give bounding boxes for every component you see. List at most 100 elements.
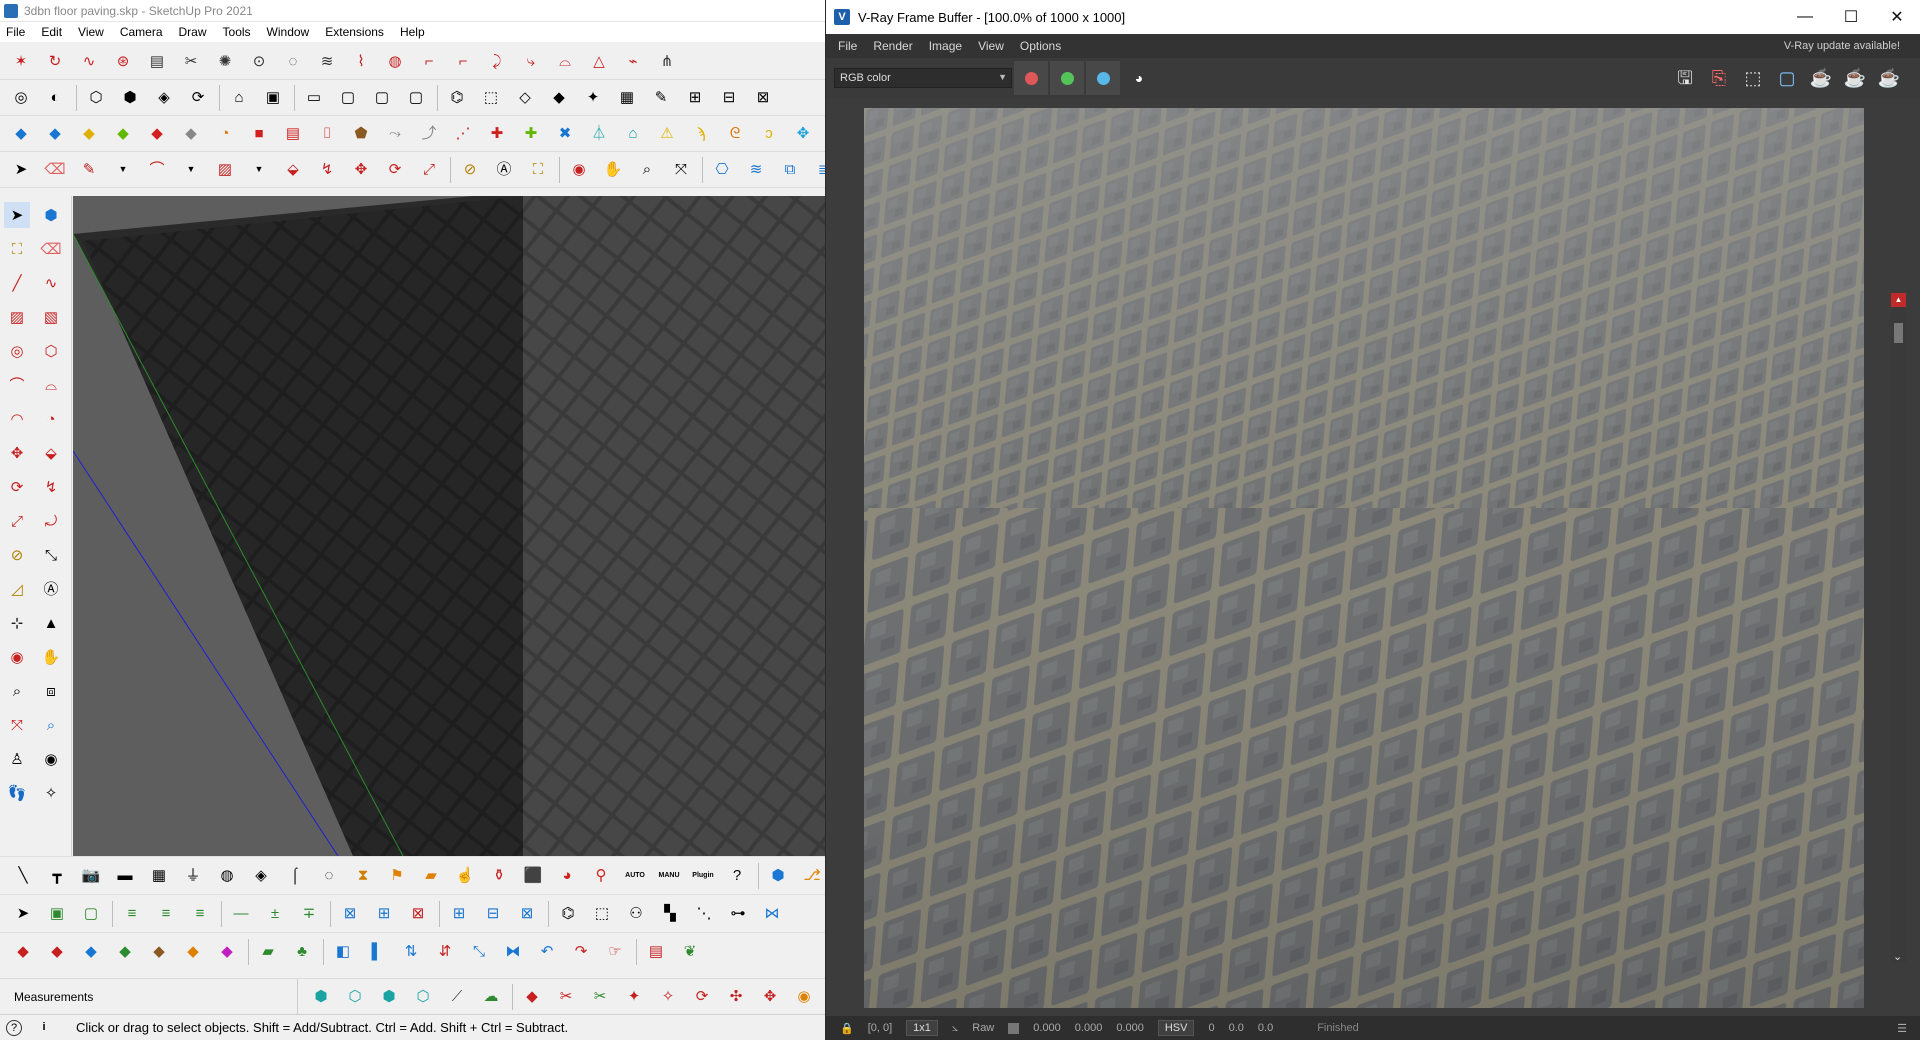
quad-tool-7-icon[interactable]: ✣ [723,984,749,1010]
move-tool-icon[interactable]: ✥ [4,440,30,466]
rotated-rect-icon[interactable]: ▧ [38,304,64,330]
eraser-icon[interactable]: ⌫ [42,157,68,183]
window-grid-3-icon[interactable]: ⊠ [514,901,540,927]
offset-tool-icon[interactable]: ⤾ [38,508,64,534]
fredo-tool-2-icon[interactable]: ◆ [44,939,70,965]
vfb-menu-file[interactable]: File [838,39,857,53]
tree-icon[interactable]: ♣ [289,939,315,965]
hand-tool-icon[interactable]: ☞ [602,939,628,965]
eraser-tool-icon[interactable]: ⌫ [38,236,64,262]
table-icon[interactable]: ┳ [44,863,70,889]
menu-view[interactable]: View [78,25,104,39]
align-vertical-icon[interactable]: ▌ [364,939,390,965]
menu-draw[interactable]: Draw [179,25,207,39]
window-grid-icon[interactable]: ⊞ [446,901,472,927]
subtract-icon[interactable]: ⬢ [117,85,143,111]
round-corner-icon[interactable]: ◍ [382,49,408,75]
panel-icon[interactable]: ⌷ [314,121,340,147]
three-point-arc-icon[interactable]: ◠ [4,406,30,432]
axis-move-icon[interactable]: ✥ [790,121,816,147]
position-camera-icon[interactable]: ♙ [4,746,30,772]
panel-red-icon[interactable]: ▤ [643,939,669,965]
undo-curve-icon[interactable]: ↶ [534,939,560,965]
pipe-icon[interactable]: ⤳ [382,121,408,147]
bottles-icon[interactable]: ⚱ [486,863,512,889]
log-icon[interactable]: ☰ [1897,1022,1907,1035]
rotate-curve-icon[interactable]: ◔ [212,121,238,147]
network-icon[interactable]: ⋈ [759,901,785,927]
menu-extensions[interactable]: Extensions [325,25,384,39]
cross-green-icon[interactable]: ✚ [518,121,544,147]
warehouse-3d-icon[interactable]: ⎔ [709,157,735,183]
stair-icon[interactable]: ⎇ [799,863,825,889]
tape-tool-icon[interactable]: ⊘ [4,542,30,568]
chamfer-icon[interactable]: ⌐ [450,49,476,75]
push-pull-tool-icon[interactable]: ⬙ [38,440,64,466]
scroll-thumb[interactable] [1894,323,1903,343]
checker-icon[interactable]: ▚ [657,901,683,927]
arrows-up-icon[interactable]: ⇅ [398,939,424,965]
fredo-tool-6-icon[interactable]: ◆ [180,939,206,965]
frame-icon[interactable]: ▤ [280,121,306,147]
trim-icon[interactable]: ◈ [151,85,177,111]
cloud-icon[interactable]: ☁ [478,984,504,1010]
layers-icon[interactable]: ⧉ [777,157,803,183]
diagonal-icon[interactable]: ⤡ [466,939,492,965]
chevron-down-icon[interactable]: ▼ [246,157,272,183]
offset-curve-icon[interactable]: ⤸ [484,49,510,75]
hourglass-blue-icon[interactable]: ⧓ [500,939,526,965]
chain-icon[interactable]: ⋰ [450,121,476,147]
tape-measure-icon[interactable]: ⊘ [457,157,483,183]
two-point-arc-icon[interactable]: ⌓ [38,372,64,398]
section-tool-icon[interactable]: ✧ [38,780,64,806]
maximize-icon[interactable]: ☐ [1828,0,1874,34]
info-icon[interactable]: i [36,1020,52,1036]
camera-icon[interactable]: 📷 [78,863,104,889]
grid-table-icon[interactable]: ▦ [146,863,172,889]
wireframe-icon[interactable]: ⬚ [478,85,504,111]
monochrome-icon[interactable]: ▦ [614,85,640,111]
dog-icon[interactable]: ⚇ [623,901,649,927]
brush-icon[interactable]: ⚲ [588,863,614,889]
sampling-select[interactable]: 1x1 [906,1020,938,1036]
menu-window[interactable]: Window [267,25,310,39]
paint-bucket-icon[interactable]: ⛶ [525,157,551,183]
render-icon[interactable]: ☕ [1876,65,1902,91]
pencil-line-icon[interactable]: ✎ [76,157,102,183]
channel-select[interactable]: RGB color ▼ [834,68,1012,88]
interactive-render-icon[interactable]: ☕ [1808,65,1834,91]
warning-icon[interactable]: ⚠ [654,121,680,147]
distribute-remove-icon[interactable]: ≡ [187,901,213,927]
rect-tool-icon[interactable]: ■ [246,121,272,147]
rotate-icon[interactable]: ⟳ [382,157,408,183]
menu-edit[interactable]: Edit [41,25,62,39]
chevron-down-icon[interactable]: ▼ [110,157,136,183]
auto-button[interactable]: AUTO [622,863,648,889]
update-available-link[interactable]: V-Ray update available! [1784,40,1900,52]
section-display-icon[interactable]: ▢ [403,85,429,111]
fredo-tool-4-icon[interactable]: ◆ [112,939,138,965]
save-image-icon[interactable]: 🖫 [1672,65,1698,91]
geolocation-icon[interactable]: ? [6,1019,22,1036]
window-grid-2-icon[interactable]: ⊟ [480,901,506,927]
menu-file[interactable]: File [6,25,25,39]
outliner-icon[interactable]: ≣ [811,157,825,183]
hierarchy-icon[interactable]: ⊶ [725,901,751,927]
vfb-scrollbar[interactable]: ▲ ⌄ [1891,293,1906,963]
section-plane-icon[interactable]: ▭ [301,85,327,111]
pan-tool-icon[interactable]: ✋ [38,644,64,670]
wood-icon[interactable]: ⬟ [348,121,374,147]
flat-shape-icon[interactable]: ◆ [42,121,68,147]
scroll-down-icon[interactable]: ⌄ [1893,950,1902,963]
green-plate-icon[interactable]: ◆ [110,121,136,147]
solid-cube-3-icon[interactable]: ⬢ [376,984,402,1010]
connector-icon[interactable]: ⤴ [416,121,442,147]
text-label-icon[interactable]: Ⓐ [491,157,517,183]
extension-warehouse-icon[interactable]: ▣ [260,85,286,111]
tube-icon[interactable]: ⊙ [246,49,272,75]
fredo-tool-icon[interactable]: ◆ [10,939,36,965]
sweep-icon[interactable]: ✂ [178,49,204,75]
shaded-textures-icon[interactable]: ✦ [580,85,606,111]
views-icon[interactable]: ⊞ [682,85,708,111]
vfb-menu-render[interactable]: Render [873,39,912,53]
